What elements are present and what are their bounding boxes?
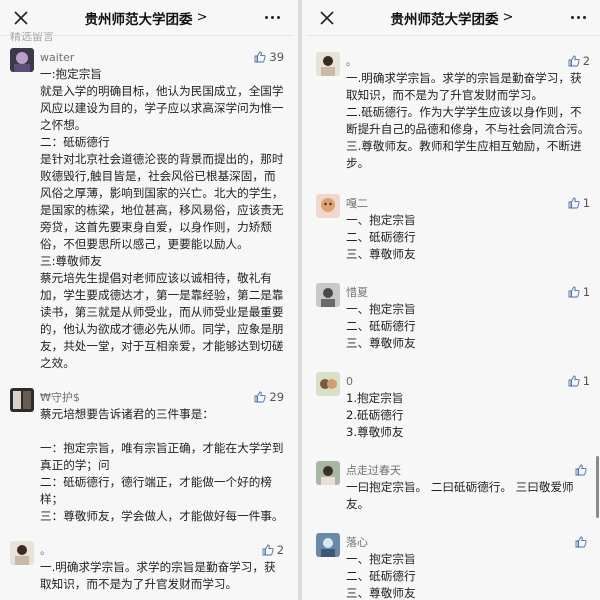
thumbs-up-icon — [568, 286, 580, 298]
more-icon — [264, 16, 268, 19]
commenter-name[interactable]: waiter — [40, 51, 74, 64]
commenter-name[interactable]: 嘎二 — [346, 195, 368, 211]
avatar[interactable] — [315, 372, 340, 396]
screenshot-pair: 贵州师范大学团委 > 精选留言 waiter 39 一:抱定宗旨 就是入学的明确… — [0, 0, 600, 600]
like-button[interactable]: 2 — [568, 54, 590, 68]
commenter-name[interactable]: 。 — [40, 542, 51, 558]
left-panel: 贵州师范大学团委 > 精选留言 waiter 39 一:抱定宗旨 就是入学的明确… — [0, 0, 295, 600]
account-title: 贵州师范大学团委 — [84, 11, 193, 28]
commenter-name[interactable]: 点走过春天 — [346, 462, 401, 478]
like-count: 2 — [582, 54, 591, 68]
avatar[interactable] — [10, 541, 34, 565]
comment-text: 一曰抱定宗旨。 二曰砥砺德行。 三曰敬爱师友。 — [345, 480, 574, 511]
thumbs-up-icon — [575, 536, 587, 548]
avatar[interactable] — [10, 48, 34, 72]
avatar[interactable] — [315, 533, 340, 557]
chevron-right-icon: > — [196, 10, 208, 25]
thumbs-up-icon — [568, 55, 580, 67]
comment-item: 惜夏 1 一、抱定宗旨 二、砥砺德行 三、尊敬师友 — [315, 263, 590, 352]
comment-item: 。 2 一.明确求学宗旨。求学的宗旨是勤奋学习，获取知识，而不是为了升官发财而学… — [315, 48, 590, 172]
thumbs-up-icon — [262, 544, 274, 556]
more-icon-dot — [582, 16, 586, 19]
more-icon-dot — [276, 16, 280, 19]
comment-item: 0 1 1.抱定宗旨 2.砥砺德行 3.尊敬师友 — [315, 352, 590, 441]
account-title-link[interactable]: 贵州师范大学团委 > — [391, 8, 514, 28]
comment-text: 一.明确求学宗旨。求学的宗旨是勤奋学习，获取知识，而不是为了升官发财而学习。 二… — [345, 71, 590, 170]
more-icon-dot — [270, 16, 274, 19]
account-title-link[interactable]: 贵州师范大学团委 > — [85, 8, 208, 28]
comment-text: 一:抱定宗旨 就是入学的明确目标，他认为民国成立，全国学风应以建设为目的，学子应… — [40, 67, 284, 370]
commenter-name[interactable]: 0 — [346, 375, 353, 388]
thumbs-up-icon — [568, 375, 580, 387]
comment-feed[interactable]: 。 2 一.明确求学宗旨。求学的宗旨是勤奋学习，获取知识，而不是为了升官发财而学… — [306, 36, 600, 600]
avatar[interactable] — [315, 283, 340, 307]
comment-text: 蔡元培想要告诉诸君的三件事是： 一：抱定宗旨，唯有宗旨正确，才能在大学学到真正的… — [40, 407, 284, 523]
like-button[interactable]: 29 — [254, 390, 284, 404]
account-title: 贵州师范大学团委 — [390, 11, 499, 28]
like-button[interactable]: 1 — [568, 374, 590, 388]
like-button[interactable] — [575, 536, 590, 548]
comment-feed[interactable]: 精选留言 waiter 39 一:抱定宗旨 就是入学的明确目标，他认为民国成立，… — [0, 32, 294, 593]
avatar[interactable] — [315, 194, 340, 218]
like-count: 1 — [582, 285, 591, 299]
comment-text: 一、抱定宗旨 二、砥砺德行 三、尊敬师友 — [345, 302, 416, 350]
like-count: 39 — [269, 50, 285, 64]
scrollbar[interactable] — [596, 456, 600, 518]
like-button[interactable]: 39 — [254, 50, 284, 64]
comment-text: 一、抱定宗旨 二、砥砺德行 三、尊敬师友 — [345, 213, 416, 261]
panel-divider — [298, 0, 302, 600]
avatar[interactable] — [10, 388, 34, 412]
like-count: 1 — [582, 196, 591, 210]
avatar[interactable] — [315, 52, 340, 76]
close-button[interactable] — [316, 7, 338, 29]
like-count: 2 — [276, 543, 285, 557]
comment-text: 一.明确求学宗旨。求学的宗旨是勤奋学习，获取知识，而不是为了升官发财而学习。 — [40, 560, 276, 591]
thumbs-up-icon — [254, 51, 267, 63]
comment-item: waiter 39 一:抱定宗旨 就是入学的明确目标，他认为民国成立，全国学风应… — [10, 46, 284, 372]
like-count: 29 — [269, 390, 285, 404]
commenter-name[interactable]: 。 — [346, 53, 357, 69]
like-button[interactable]: 2 — [262, 543, 284, 557]
more-icon — [570, 16, 574, 19]
comment-item: 。 2 一.明确求学宗旨。求学的宗旨是勤奋学习，获取知识，而不是为了升官发财而学… — [10, 525, 284, 593]
like-button[interactable] — [575, 464, 590, 476]
right-panel: 贵州师范大学团委 > 。 2 一.明确求学宗旨。求学的宗旨是勤奋学习，获取知识，… — [305, 0, 600, 600]
avatar[interactable] — [315, 461, 340, 485]
like-button[interactable]: 1 — [568, 285, 590, 299]
top-bar: 贵州师范大学团委 > — [305, 0, 600, 36]
comment-item: 嘎二 1 一、抱定宗旨 二、砥砺德行 三、尊敬师友 — [315, 172, 590, 263]
more-button[interactable] — [566, 7, 590, 29]
chevron-right-icon: > — [502, 10, 514, 25]
more-button[interactable] — [260, 7, 284, 29]
section-label-cut: 精选留言 — [10, 32, 54, 43]
commenter-name[interactable]: 落心 — [346, 534, 368, 550]
comment-text: 一、抱定宗旨 二、砥砺德行 三、尊敬师友 — [345, 552, 416, 600]
like-button[interactable]: 1 — [568, 196, 590, 210]
comment-text: 1.抱定宗旨 2.砥砺德行 3.尊敬师友 — [345, 391, 404, 439]
close-icon — [14, 10, 28, 25]
comment-item: ₩守护$ 29 蔡元培想要告诉诸君的三件事是： 一：抱定宗旨，唯有宗旨正确，才能… — [10, 372, 284, 525]
close-button[interactable] — [10, 7, 32, 29]
commenter-name[interactable]: 惜夏 — [346, 284, 368, 300]
thumbs-up-icon — [254, 391, 267, 403]
comment-item: 落心 一、抱定宗旨 二、砥砺德行 三、尊敬师友 — [315, 513, 590, 600]
more-icon-dot — [576, 16, 580, 19]
close-icon — [320, 10, 334, 25]
comment-item: 点走过春天 一曰抱定宗旨。 二曰砥砺德行。 三曰敬爱师友。 — [315, 441, 590, 513]
thumbs-up-icon — [575, 464, 587, 476]
commenter-name[interactable]: ₩守护$ — [40, 389, 80, 405]
thumbs-up-icon — [568, 197, 580, 209]
like-count: 1 — [582, 374, 591, 388]
top-bar: 贵州师范大学团委 > — [0, 0, 295, 36]
